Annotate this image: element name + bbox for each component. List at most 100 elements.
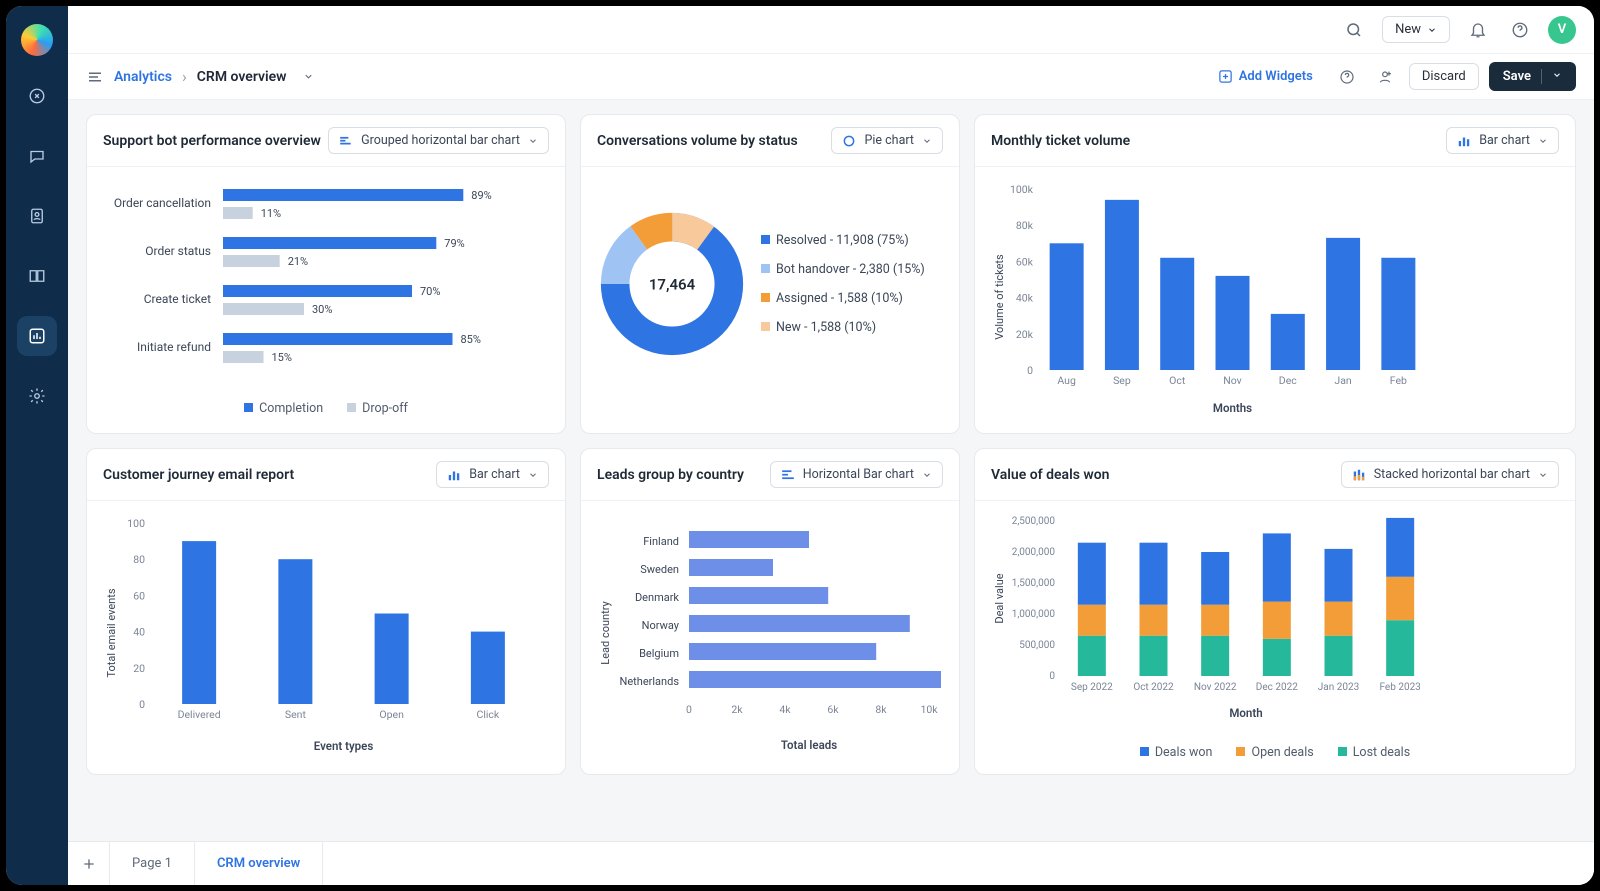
- chart-type-selector[interactable]: Horizontal Bar chart: [770, 461, 943, 488]
- page-tabs: Page 1 CRM overview: [68, 841, 1594, 885]
- svg-text:Nov 2022: Nov 2022: [1194, 682, 1237, 693]
- svg-text:20: 20: [133, 662, 145, 675]
- chart-type-selector[interactable]: Stacked horizontal bar chart: [1341, 461, 1559, 488]
- svg-text:80: 80: [133, 553, 145, 566]
- card-leads: Leads group by country Horizontal Bar ch…: [580, 448, 960, 775]
- hbar-grouped-icon: [339, 134, 353, 148]
- card-title: Conversations volume by status: [597, 133, 798, 149]
- share-icon[interactable]: [1371, 63, 1399, 91]
- chart-type-selector[interactable]: Pie chart: [831, 127, 943, 154]
- svg-text:60: 60: [133, 589, 145, 602]
- svg-text:2,500,000: 2,500,000: [1012, 516, 1056, 527]
- chevron-down-icon: [1538, 470, 1548, 480]
- svg-text:Lead country: Lead country: [599, 600, 612, 664]
- bell-icon[interactable]: [1464, 16, 1492, 44]
- conversations-chart: 17,464: [597, 209, 747, 359]
- svg-text:Denmark: Denmark: [635, 591, 679, 604]
- svg-text:Open: Open: [379, 708, 404, 721]
- svg-text:10k: 10k: [920, 703, 938, 716]
- svg-text:100k: 100k: [1010, 183, 1034, 196]
- svg-text:6k: 6k: [827, 703, 839, 716]
- card-title: Customer journey email report: [103, 467, 294, 483]
- svg-text:1,000,000: 1,000,000: [1012, 609, 1056, 620]
- svg-text:Sweden: Sweden: [640, 563, 679, 576]
- help-icon[interactable]: [1506, 16, 1534, 44]
- svg-text:40k: 40k: [1016, 292, 1034, 305]
- hamburger-icon[interactable]: [86, 68, 104, 86]
- svg-text:17,464: 17,464: [649, 275, 696, 293]
- add-widgets-link[interactable]: Add Widgets: [1218, 69, 1313, 84]
- discard-button[interactable]: Discard: [1409, 63, 1479, 90]
- chevron-down-icon: [528, 470, 538, 480]
- leads-chart: Lead countryFinlandSwedenDenmarkNorwayBe…: [597, 513, 945, 753]
- svg-text:20k: 20k: [1016, 328, 1034, 341]
- svg-text:15%: 15%: [272, 351, 292, 364]
- app-logo: [21, 24, 53, 56]
- subheader: Analytics › CRM overview Add Widgets Dis…: [68, 54, 1594, 100]
- svg-text:Sep 2022: Sep 2022: [1071, 682, 1113, 693]
- pie-icon: [842, 134, 856, 148]
- svg-text:30%: 30%: [312, 303, 332, 316]
- svg-text:Total email events: Total email events: [105, 588, 118, 677]
- svg-text:Aug: Aug: [1057, 374, 1076, 387]
- legend: Deals won Open deals Lost deals: [991, 745, 1559, 760]
- dashboard-canvas: Support bot performance overview Grouped…: [68, 100, 1594, 841]
- breadcrumb-separator: ›: [182, 67, 187, 86]
- deals-chart: 0500,0001,000,0001,500,0002,000,0002,500…: [991, 513, 1441, 733]
- card-body: 0500,0001,000,0001,500,0002,000,0002,500…: [975, 501, 1575, 774]
- chevron-down-icon: [528, 136, 538, 146]
- search-icon[interactable]: [1340, 16, 1368, 44]
- svg-text:Dec 2022: Dec 2022: [1256, 682, 1298, 693]
- svg-text:500,000: 500,000: [1019, 640, 1055, 651]
- chevron-down-icon: [1538, 136, 1548, 146]
- add-page-tab[interactable]: [68, 842, 110, 885]
- user-avatar[interactable]: V: [1548, 16, 1576, 44]
- chart-type-selector[interactable]: Grouped horizontal bar chart: [328, 127, 549, 154]
- breadcrumb-dropdown-icon[interactable]: [303, 71, 314, 82]
- svg-text:Total leads: Total leads: [781, 738, 837, 752]
- svg-text:Order status: Order status: [145, 244, 211, 258]
- svg-text:70%: 70%: [420, 285, 440, 298]
- pie-legend: Resolved - 11,908 (75%)Bot handover - 2,…: [761, 233, 925, 335]
- card-title: Leads group by country: [597, 467, 744, 483]
- svg-text:Volume of tickets: Volume of tickets: [993, 254, 1006, 340]
- card-body: Lead countryFinlandSwedenDenmarkNorwayBe…: [581, 501, 959, 771]
- tab-page1[interactable]: Page 1: [110, 842, 195, 885]
- svg-text:Delivered: Delivered: [178, 708, 221, 721]
- svg-text:Belgium: Belgium: [639, 647, 679, 660]
- svg-text:Months: Months: [1213, 401, 1252, 415]
- legend-item: Resolved - 11,908 (75%): [761, 233, 925, 248]
- sidebar-settings[interactable]: [17, 376, 57, 416]
- svg-text:89%: 89%: [471, 189, 491, 202]
- breadcrumb-root[interactable]: Analytics: [114, 69, 172, 85]
- sidebar-chat[interactable]: [17, 136, 57, 176]
- hbar-icon: [781, 468, 795, 482]
- svg-text:Click: Click: [476, 708, 499, 721]
- new-button[interactable]: New: [1382, 16, 1450, 43]
- help-small-icon[interactable]: [1333, 63, 1361, 91]
- bar-icon: [1457, 134, 1471, 148]
- sidebar-compass[interactable]: [17, 76, 57, 116]
- svg-text:Create ticket: Create ticket: [144, 292, 211, 306]
- legend-item: Assigned - 1,588 (10%): [761, 291, 925, 306]
- svg-text:Netherlands: Netherlands: [619, 675, 679, 688]
- svg-text:Order cancellation: Order cancellation: [114, 196, 211, 210]
- sidebar-contacts[interactable]: [17, 196, 57, 236]
- tab-crm-overview[interactable]: CRM overview: [195, 842, 323, 885]
- sidebar-analytics[interactable]: [17, 316, 57, 356]
- card-support-bot: Support bot performance overview Grouped…: [86, 114, 566, 434]
- chevron-down-icon: [922, 136, 932, 146]
- sidebar-book[interactable]: [17, 256, 57, 296]
- chart-type-selector[interactable]: Bar chart: [436, 461, 549, 488]
- card-conversations: Conversations volume by status Pie chart…: [580, 114, 960, 434]
- chevron-down-icon: [922, 470, 932, 480]
- svg-text:40: 40: [133, 626, 145, 639]
- svg-text:Finland: Finland: [643, 535, 679, 548]
- save-button[interactable]: Save: [1489, 62, 1576, 91]
- breadcrumb-current: CRM overview: [197, 69, 287, 85]
- chart-type-selector[interactable]: Bar chart: [1446, 127, 1559, 154]
- svg-text:2,000,000: 2,000,000: [1012, 547, 1056, 558]
- svg-text:0: 0: [1027, 364, 1033, 377]
- card-title: Value of deals won: [991, 467, 1109, 483]
- svg-text:0: 0: [686, 703, 692, 716]
